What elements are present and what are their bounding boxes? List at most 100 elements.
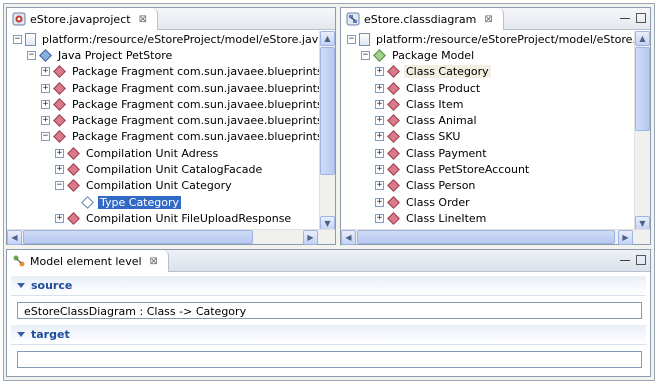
- tree-item[interactable]: + Class Order: [341, 194, 636, 210]
- scroll-left-button[interactable]: ◀: [341, 230, 356, 245]
- collapse-icon[interactable]: −: [361, 50, 370, 60]
- expand-icon[interactable]: +: [41, 83, 50, 93]
- tree-item[interactable]: + Class Item: [341, 96, 636, 112]
- tree-item[interactable]: Type Category: [7, 194, 321, 210]
- resource-file-icon: [25, 32, 36, 46]
- target-section-header[interactable]: target: [11, 325, 646, 345]
- tree-item-label: Package Fragment com.sun.javaee.blueprin…: [72, 65, 321, 79]
- hscroll-thumb[interactable]: [23, 230, 253, 244]
- tree-item[interactable]: + Compilation Unit Adress: [7, 145, 321, 161]
- collapse-icon[interactable]: −: [41, 132, 50, 142]
- close-icon[interactable]: ⊠: [139, 14, 147, 25]
- tree-item[interactable]: + Compilation Unit FileUploadResponse: [7, 210, 321, 226]
- tree-item-label: Class Order: [406, 195, 470, 209]
- scroll-up-button[interactable]: ▲: [635, 31, 650, 46]
- model-element-icon: [53, 114, 66, 127]
- model-element-icon: [67, 163, 80, 176]
- tree-item[interactable]: + Class Product: [341, 80, 636, 96]
- expand-icon[interactable]: +: [375, 181, 384, 191]
- expand-icon[interactable]: +: [375, 148, 384, 158]
- javaproject-editor: eStore.javaproject ⊠ − platform:/resource…: [6, 7, 336, 245]
- tree-item-label: Class Payment: [406, 146, 487, 160]
- collapse-icon[interactable]: −: [27, 50, 36, 60]
- tree-item[interactable]: − Compilation Unit Category: [7, 178, 321, 194]
- expand-icon[interactable]: +: [375, 83, 384, 93]
- horizontal-scrollbar[interactable]: ◀ ▶: [341, 229, 650, 245]
- expand-icon[interactable]: +: [375, 99, 384, 109]
- scroll-right-button[interactable]: ▶: [303, 230, 318, 245]
- model-element-icon: [53, 97, 66, 111]
- model-level-icon: [13, 255, 25, 267]
- expand-icon[interactable]: +: [55, 148, 64, 158]
- workbench-window: eStore.javaproject ⊠ − platform:/resource…: [3, 3, 655, 381]
- tree-item[interactable]: + Class Payment: [341, 145, 636, 161]
- tree-item[interactable]: + Class Animal: [341, 112, 636, 128]
- scroll-thumb[interactable]: [320, 47, 335, 175]
- expand-icon[interactable]: +: [375, 116, 384, 126]
- tree-item[interactable]: + Package Fragment com.sun.javaee.bluepri…: [7, 64, 321, 80]
- expand-icon[interactable]: +: [375, 165, 384, 175]
- source-section-header[interactable]: source: [11, 276, 646, 296]
- expand-icon[interactable]: +: [375, 197, 384, 207]
- minimize-icon[interactable]: [620, 13, 630, 19]
- expand-icon[interactable]: +: [55, 213, 64, 223]
- model-element-icon: [53, 65, 66, 79]
- view-window-controls: [620, 255, 646, 265]
- expand-icon[interactable]: +: [41, 67, 50, 77]
- class-diagram-icon: [346, 12, 360, 26]
- collapse-triangle-icon[interactable]: [17, 283, 25, 288]
- close-icon[interactable]: ⊠: [150, 256, 158, 267]
- collapse-icon[interactable]: −: [347, 34, 356, 44]
- source-section-title: source: [31, 279, 73, 292]
- tree-item[interactable]: − platform:/resource/eStoreProject/model/…: [341, 31, 636, 47]
- tab-javaproject[interactable]: eStore.javaproject ⊠: [7, 8, 158, 30]
- expand-icon[interactable]: +: [375, 213, 384, 223]
- tree-item-label: Package Model: [392, 48, 475, 62]
- tree-item[interactable]: + Package Fragment com.sun.javaee.bluepri…: [7, 96, 321, 112]
- tree-item[interactable]: + Class SKU: [341, 129, 636, 145]
- tree-item[interactable]: − Package Model: [341, 47, 636, 63]
- tree-item[interactable]: + Package Fragment com.sun.javaee.bluepri…: [7, 112, 321, 128]
- scroll-thumb[interactable]: [635, 47, 650, 131]
- expand-icon[interactable]: +: [375, 132, 384, 142]
- close-icon[interactable]: ⊠: [484, 14, 492, 25]
- model-element-icon: [387, 130, 400, 144]
- collapse-triangle-icon[interactable]: [17, 332, 25, 337]
- minimize-icon[interactable]: [620, 255, 630, 261]
- tree-item[interactable]: − Java Project PetStore: [7, 47, 321, 63]
- classdiagram-editor: eStore.classdiagram ⊠ − platform:/resourc…: [340, 7, 651, 245]
- maximize-icon[interactable]: [636, 255, 646, 265]
- expand-icon[interactable]: +: [375, 67, 384, 77]
- scroll-left-button[interactable]: ◀: [7, 230, 22, 245]
- tab-model-element-level[interactable]: Model element level ⊠: [7, 250, 169, 272]
- tree-item[interactable]: + Package Fragment com.sun.javaee.bluepri…: [7, 80, 321, 96]
- tree-item-label: Type Category: [98, 195, 182, 209]
- scroll-up-button[interactable]: ▲: [320, 31, 335, 46]
- model-element-icon: [387, 195, 400, 209]
- collapse-icon[interactable]: −: [13, 34, 22, 44]
- model-element-level-view: Model element level ⊠ source eStoreClass…: [6, 249, 651, 377]
- vertical-scrollbar[interactable]: ▲ ▼: [319, 31, 335, 231]
- target-field[interactable]: [17, 351, 642, 368]
- tree-item[interactable]: + Class LineItem: [341, 210, 636, 226]
- expand-icon[interactable]: +: [55, 165, 64, 175]
- collapse-icon[interactable]: −: [55, 181, 64, 191]
- model-element-icon: [373, 49, 386, 62]
- tree-item-label: Package Fragment com.sun.javaee.blueprin…: [72, 114, 321, 128]
- tree-item[interactable]: + Class Person: [341, 178, 636, 194]
- tree-item[interactable]: − platform:/resource/eStoreProject/model/…: [7, 31, 321, 47]
- expand-icon[interactable]: +: [41, 116, 50, 126]
- expand-icon[interactable]: +: [41, 99, 50, 109]
- hscroll-thumb[interactable]: [357, 230, 615, 244]
- tree-item[interactable]: − Package Fragment com.sun.javaee.bluepri…: [7, 129, 321, 145]
- horizontal-scrollbar[interactable]: ◀ ▶: [7, 229, 335, 245]
- tree-item[interactable]: + Compilation Unit CatalogFacade: [7, 161, 321, 177]
- vertical-scrollbar[interactable]: ▲ ▼: [634, 31, 650, 231]
- classdiagram-tree: − platform:/resource/eStoreProject/model/…: [341, 31, 636, 231]
- scroll-right-button[interactable]: ▶: [618, 230, 633, 245]
- source-field[interactable]: eStoreClassDiagram : Class -> Category: [17, 302, 642, 319]
- maximize-icon[interactable]: [636, 13, 646, 23]
- tree-item[interactable]: + Class PetStoreAccount: [341, 161, 636, 177]
- tree-item[interactable]: + Class Category: [341, 64, 636, 80]
- tab-classdiagram[interactable]: eStore.classdiagram ⊠: [341, 8, 504, 30]
